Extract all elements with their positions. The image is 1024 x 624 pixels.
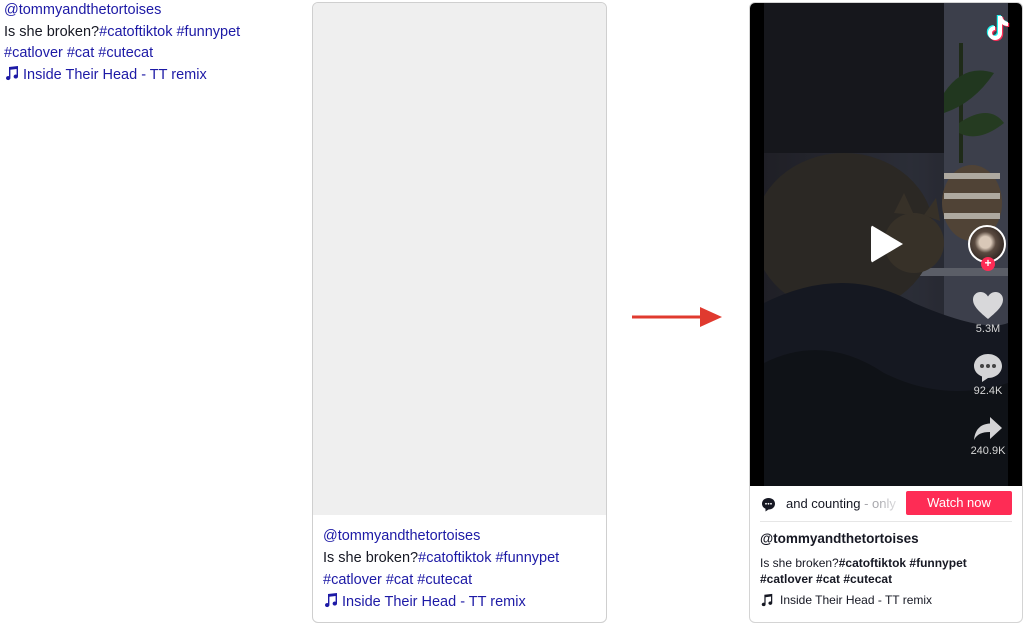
- share-button[interactable]: 240.9K: [968, 415, 1008, 457]
- like-button[interactable]: 5.3M: [968, 291, 1008, 335]
- raw-embed-fallback: @tommyandthetortoises Is she broken?#cat…: [4, 0, 304, 86]
- tiktok-embed-card: + 5.3M 92.4K 240.9K and counting - onl: [749, 2, 1023, 623]
- arrow-right-icon: [632, 307, 722, 327]
- music-link[interactable]: Inside Their Head - TT remix: [760, 593, 932, 607]
- music-link[interactable]: Inside Their Head - TT remix: [4, 65, 207, 83]
- username-link[interactable]: @tommyandthetortoises: [4, 2, 161, 18]
- promo-bar: and counting - only Watch now: [750, 486, 1022, 520]
- video-player[interactable]: + 5.3M 92.4K 240.9K: [750, 3, 1022, 486]
- loading-card-text: @tommyandthetortoises Is she broken?#cat…: [323, 525, 559, 613]
- music-link[interactable]: Inside Their Head - TT remix: [323, 593, 526, 610]
- heart-icon: [973, 292, 1003, 319]
- hashtags-link-line2[interactable]: #catlover #cat #cutecat: [4, 45, 153, 61]
- play-icon[interactable]: [871, 225, 903, 263]
- music-note-icon: [325, 593, 338, 608]
- like-count: 5.3M: [975, 323, 1001, 335]
- username-link[interactable]: @tommyandthetortoises: [323, 528, 480, 544]
- music-title: Inside Their Head - TT remix: [342, 594, 526, 610]
- caption-text: Is she broken?: [4, 23, 100, 40]
- divider: [760, 521, 1012, 522]
- username-link[interactable]: @tommyandthetortoises: [760, 531, 919, 546]
- music-title: Inside Their Head - TT remix: [23, 66, 207, 83]
- hashtags-link-line1[interactable]: #catoftiktok #funnypet: [418, 550, 559, 566]
- caption-text: Is she broken?: [323, 550, 419, 566]
- watch-now-button[interactable]: Watch now: [906, 491, 1012, 515]
- caption-text: Is she broken?: [760, 556, 839, 570]
- hashtags-link-line1[interactable]: #catoftiktok #funnypet: [99, 24, 240, 40]
- share-arrow-icon: [974, 417, 1002, 440]
- comment-count: 92.4K: [973, 385, 1003, 397]
- hashtags-link-line2[interactable]: #catlover #cat #cutecat: [323, 572, 472, 588]
- chat-bubble-icon: [762, 498, 775, 512]
- tiktok-logo: [986, 15, 1010, 41]
- promo-fade: [878, 490, 908, 516]
- comment-button[interactable]: 92.4K: [968, 353, 1008, 397]
- video-placeholder: [313, 3, 606, 515]
- share-count: 240.9K: [970, 445, 1006, 457]
- loading-embed-card: @tommyandthetortoises Is she broken?#cat…: [312, 2, 607, 623]
- follow-plus-icon[interactable]: +: [981, 257, 995, 271]
- music-note-icon: [761, 593, 773, 607]
- comment-icon: [974, 354, 1002, 382]
- video-description: Is she broken?#catoftiktok #funnypet #ca…: [760, 556, 1015, 587]
- hashtags-line1[interactable]: #catoftiktok #funnypet: [839, 556, 967, 570]
- music-title: Inside Their Head - TT remix: [780, 593, 933, 607]
- hashtags-line2[interactable]: #catlover #cat #cutecat: [760, 572, 892, 586]
- music-note-icon: [6, 65, 19, 80]
